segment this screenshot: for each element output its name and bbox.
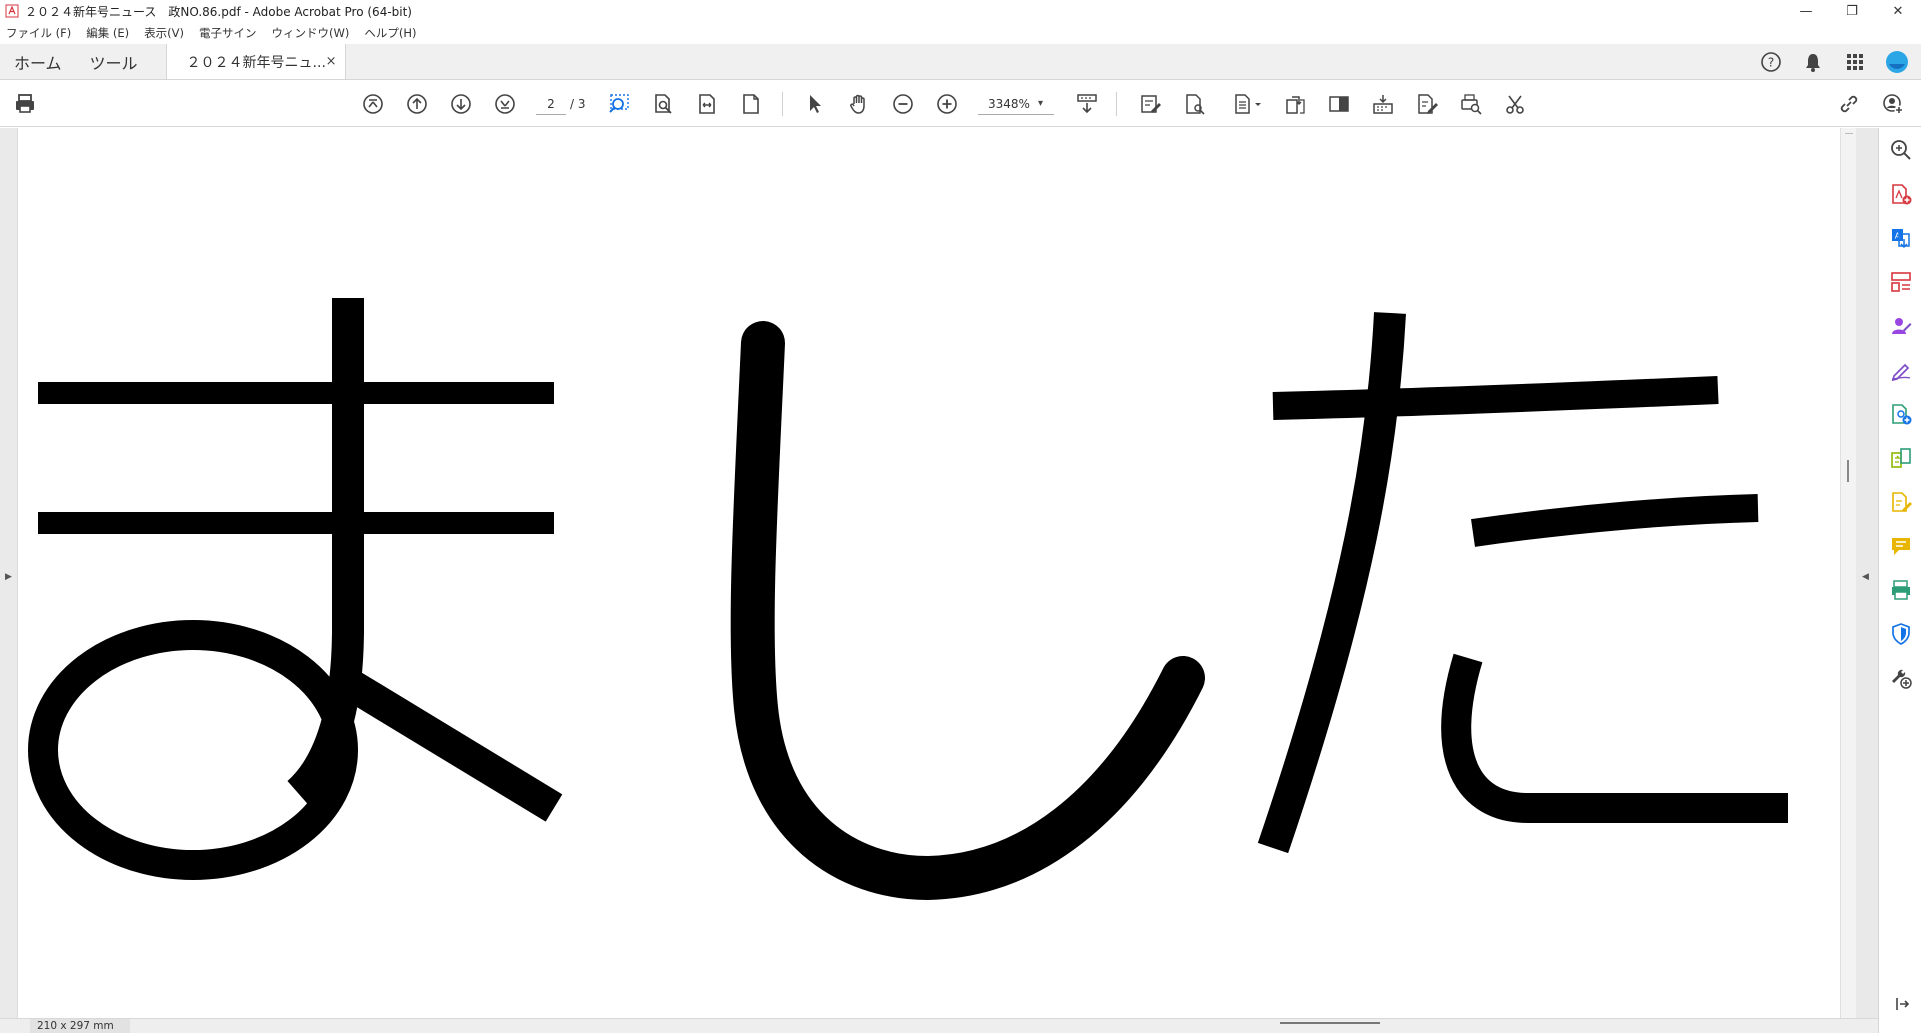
next-page-icon[interactable] [446,89,476,119]
add-account-icon[interactable] [1878,89,1908,119]
marquee-zoom-icon[interactable] [604,89,634,119]
page-content-glyphs [28,298,1788,901]
zoom-out-icon[interactable] [888,89,918,119]
current-page-input[interactable]: 2 [536,93,566,115]
find-icon[interactable] [648,89,678,119]
glyph-ta [1257,312,1788,854]
acrobat-window: ２０２４新年号ニュース 政NO.86.pdf - Adobe Acrobat P… [0,0,1921,1033]
close-window-button[interactable]: ✕ [1875,0,1921,22]
fit-page-icon[interactable] [736,89,766,119]
menu-view[interactable]: 表示(V) [144,25,184,41]
document-tab-label: ２０２４新年号ニュ... [186,54,326,71]
print-production-icon[interactable] [1887,576,1915,604]
print-production-icon[interactable] [1456,89,1486,119]
user-avatar-icon[interactable] [1883,48,1911,76]
tab-document[interactable]: ２０２４新年号ニュ... × [165,44,346,79]
tab-home[interactable]: ホーム [0,44,76,79]
toolbar-separator [782,92,783,116]
redact-icon[interactable] [1324,89,1354,119]
window-title: ２０２４新年号ニュース 政NO.86.pdf - Adobe Acrobat P… [25,4,412,19]
menu-e-sign[interactable]: 電子サイン [199,25,257,41]
select-tool-icon[interactable] [800,89,830,119]
minimize-button[interactable]: — [1783,0,1829,22]
tab-tools[interactable]: ツール [76,44,152,79]
menu-file[interactable]: ファイル (F) [6,25,71,41]
zoom-in-icon[interactable] [932,89,962,119]
organize-pages-icon[interactable] [1228,89,1268,119]
close-tab-button[interactable]: × [326,54,337,69]
document-view[interactable] [18,128,1840,1018]
notifications-bell-icon[interactable] [1799,48,1827,76]
first-page-icon[interactable] [358,89,388,119]
export-pdf-icon[interactable]: A [1887,224,1915,252]
organize-icon[interactable] [1887,268,1915,296]
share-link-icon[interactable] [1834,89,1864,119]
fill-sign-icon[interactable] [1887,356,1915,384]
vertical-scrollbar[interactable] [1840,128,1856,1018]
toolbar-separator [1116,92,1117,116]
svg-text:?: ? [1768,56,1774,70]
apps-grid-icon[interactable] [1841,48,1869,76]
enhance-scan-icon[interactable] [1887,400,1915,428]
request-signature-icon[interactable] [1887,312,1915,340]
create-pdf-icon[interactable] [1887,180,1915,208]
glyph-shi [730,321,1205,901]
print-icon[interactable] [10,89,40,119]
collapse-right-pane-arrow-icon[interactable]: ◀ [1862,572,1869,582]
expand-left-pane-arrow-icon[interactable]: ▶ [5,572,12,582]
scroll-top-cap [1845,128,1853,134]
menu-bar: ファイル (F) 編集 (E) 表示(V) 電子サイン ウィンドウ(W) ヘルプ… [0,22,1921,44]
zoom-dropdown-chevron-icon[interactable]: ▾ [1038,93,1043,115]
zoom-search-icon[interactable] [1887,136,1915,164]
svg-text:A: A [1895,232,1901,241]
menu-help[interactable]: ヘルプ(H) [364,25,416,41]
glyph-ma [28,298,563,880]
compare-icon[interactable] [1887,444,1915,472]
scroll-mode-icon[interactable] [1072,89,1102,119]
fill-sign-icon[interactable] [1136,89,1166,119]
collapse-pane-icon[interactable] [1887,990,1915,1018]
protect-icon[interactable] [1180,89,1210,119]
hand-tool-icon[interactable] [844,89,874,119]
menu-edit[interactable]: 編集 (E) [86,25,129,41]
title-bar: ２０２４新年号ニュース 政NO.86.pdf - Adobe Acrobat P… [0,0,1921,22]
cut-icon[interactable] [1500,89,1530,119]
previous-page-icon[interactable] [402,89,432,119]
more-tools-icon[interactable] [1887,664,1915,692]
total-pages-label: / 3 [570,97,586,111]
tab-bar: ホーム ツール ２０２４新年号ニュ... × [0,44,1921,80]
fit-width-icon[interactable] [692,89,722,119]
main-toolbar: 2 / 3 3348% ▾ [0,80,1921,127]
window-controls: — ❐ ✕ [1783,0,1921,22]
rotate-icon[interactable] [1280,89,1310,119]
edit-pdf-icon[interactable] [1887,488,1915,516]
last-page-icon[interactable] [490,89,520,119]
status-bar: 210 x 297 mm [0,1018,1878,1033]
comment-icon[interactable] [1887,532,1915,560]
menu-window[interactable]: ウィンドウ(W) [272,25,350,41]
restore-button[interactable]: ❐ [1829,0,1875,22]
protect-icon[interactable] [1887,620,1915,648]
edit-pdf-icon[interactable] [1412,89,1442,119]
vertical-scroll-thumb[interactable] [1847,460,1849,482]
horizontal-scroll-thumb[interactable] [1280,1022,1380,1024]
acrobat-app-icon [5,4,19,18]
page-size-label: 210 x 297 mm [30,1019,130,1033]
tab-bar-actions: ? [1757,44,1911,80]
right-tools-pane: A [1878,128,1921,1033]
stamp-icon[interactable] [1368,89,1398,119]
help-icon[interactable]: ? [1757,48,1785,76]
